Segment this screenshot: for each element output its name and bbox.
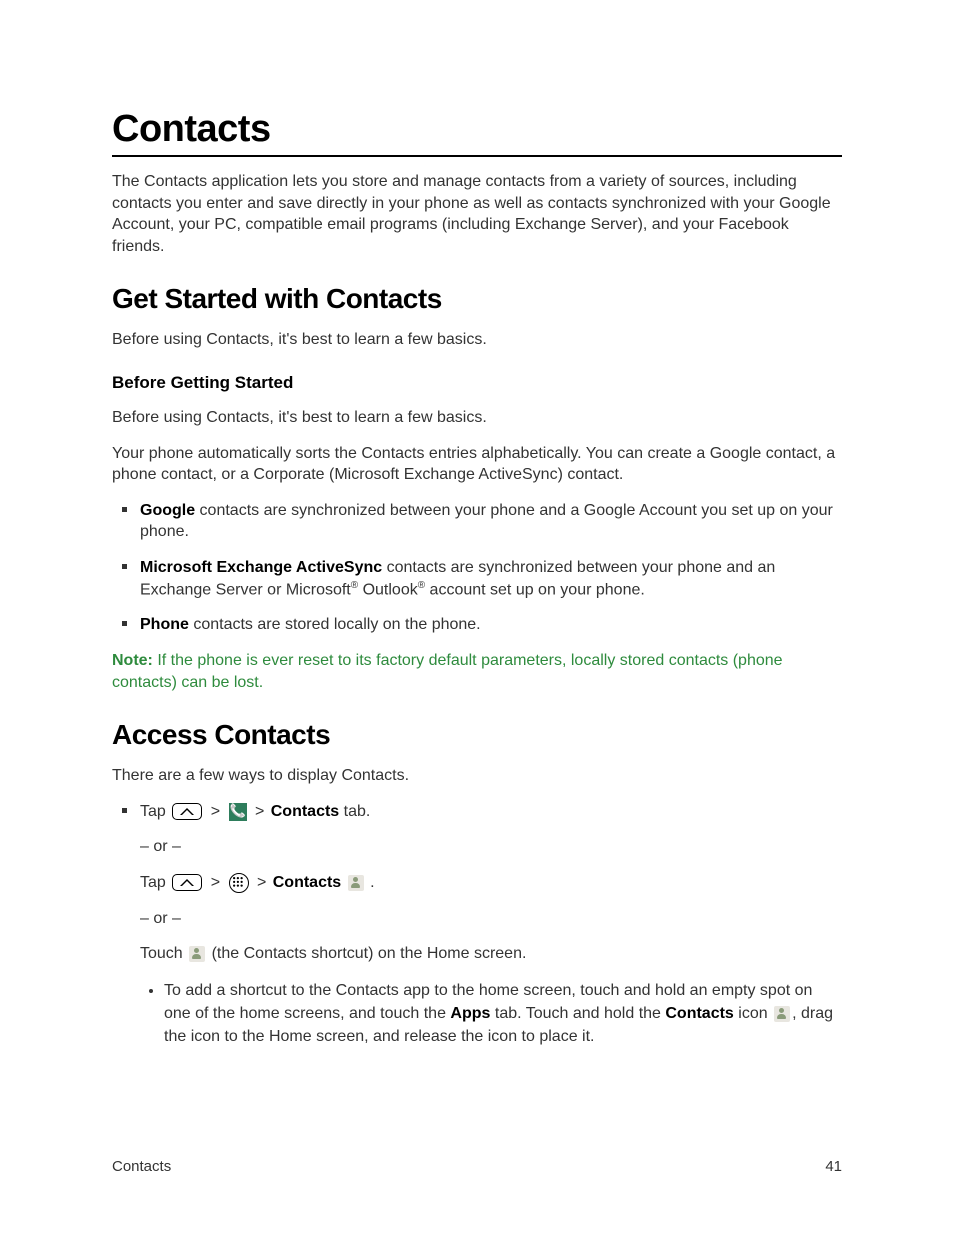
- phone-icon: [229, 803, 247, 821]
- footer-title: Contacts: [112, 1158, 171, 1175]
- registered-mark: ®: [418, 580, 425, 591]
- page-number: 41: [825, 1158, 842, 1175]
- section-heading-access: Access Contacts: [112, 719, 842, 751]
- list-item: Google contacts are synchronized between…: [140, 500, 842, 543]
- list-item: To add a shortcut to the Contacts app to…: [164, 979, 842, 1049]
- tab-suffix: tab.: [339, 803, 370, 820]
- access-steps-list: Tap > > Contacts tab. – or – Tap > > Con…: [112, 801, 842, 1049]
- list-item: Phone contacts are stored locally on the…: [140, 614, 842, 636]
- shortcut-instructions-list: To add a shortcut to the Contacts app to…: [140, 979, 842, 1049]
- google-label: Google: [140, 502, 195, 519]
- intro-paragraph: The Contacts application lets you store …: [112, 171, 842, 257]
- home-icon: [172, 874, 202, 891]
- tap-label: Tap: [140, 803, 166, 820]
- home-icon: [172, 803, 202, 820]
- phone-label: Phone: [140, 616, 189, 633]
- subsection-heading-before: Before Getting Started: [112, 373, 842, 393]
- shortcut-mid2: icon: [734, 1005, 772, 1022]
- contacts-label: Contacts: [665, 1005, 733, 1022]
- contact-types-list: Google contacts are synchronized between…: [112, 500, 842, 636]
- section1-lead: Before using Contacts, it's best to lear…: [112, 329, 842, 351]
- contact-icon: [774, 1006, 790, 1022]
- or-separator: – or –: [140, 836, 842, 858]
- breadcrumb-separator: >: [255, 803, 264, 820]
- period: .: [366, 874, 375, 891]
- list-item: Tap > > Contacts tab. – or – Tap > > Con…: [140, 801, 842, 1049]
- shortcut-mid: tab. Touch and hold the: [490, 1005, 665, 1022]
- list-item: Microsoft Exchange ActiveSync contacts a…: [140, 557, 842, 601]
- google-desc: contacts are synchronized between your p…: [140, 502, 833, 541]
- document-page: Contacts The Contacts application lets y…: [0, 0, 954, 1235]
- tap-label: Tap: [140, 874, 166, 891]
- touch-label: Touch: [140, 945, 187, 962]
- note-label: Note:: [112, 652, 153, 669]
- contact-icon: [348, 875, 364, 891]
- access-lead: There are a few ways to display Contacts…: [112, 765, 842, 787]
- note-paragraph: Note: If the phone is ever reset to its …: [112, 650, 842, 693]
- shortcut-suffix: (the Contacts shortcut) on the Home scre…: [212, 945, 527, 962]
- apps-icon: [229, 873, 249, 893]
- exchange-desc-2: Outlook: [358, 581, 418, 598]
- note-text: If the phone is ever reset to its factor…: [112, 652, 783, 691]
- apps-label: Apps: [450, 1005, 490, 1022]
- exchange-desc-3: account set up on your phone.: [425, 581, 645, 598]
- breadcrumb-separator: >: [211, 803, 220, 820]
- page-footer: Contacts 41: [112, 1158, 842, 1175]
- contact-icon: [189, 946, 205, 962]
- section-heading-get-started: Get Started with Contacts: [112, 283, 842, 315]
- page-title: Contacts: [112, 108, 842, 157]
- breadcrumb-separator: >: [257, 874, 266, 891]
- contacts-label: Contacts: [273, 874, 341, 891]
- tap-line-2: Tap > > Contacts .: [140, 872, 842, 894]
- breadcrumb-separator: >: [211, 874, 220, 891]
- touch-line: Touch (the Contacts shortcut) on the Hom…: [140, 943, 842, 965]
- phone-desc: contacts are stored locally on the phone…: [189, 616, 481, 633]
- or-separator: – or –: [140, 908, 842, 930]
- contacts-label: Contacts: [271, 803, 339, 820]
- before-p1: Before using Contacts, it's best to lear…: [112, 407, 842, 429]
- exchange-label: Microsoft Exchange ActiveSync: [140, 559, 382, 576]
- before-p2: Your phone automatically sorts the Conta…: [112, 443, 842, 486]
